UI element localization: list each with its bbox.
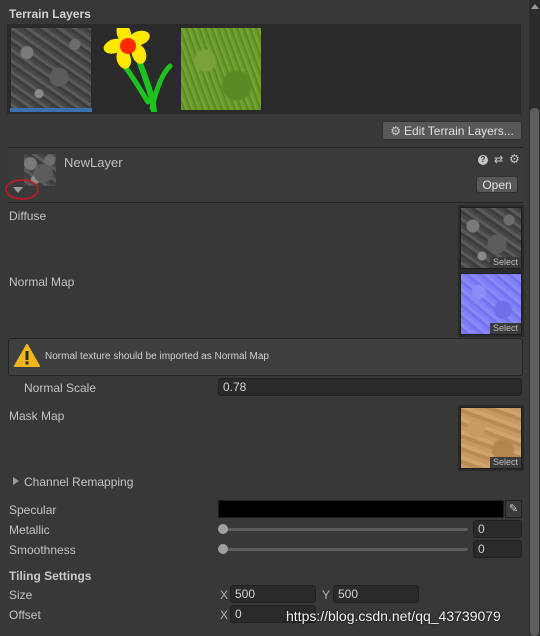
specular-label: Specular [9,503,57,517]
selected-layer-indicator [10,108,92,112]
scroll-up-arrow-icon[interactable] [531,4,539,9]
smoothness-slider-handle[interactable] [218,544,228,554]
diffuse-select-button[interactable]: Select [489,257,521,268]
normal-map-label: Normal Map [9,275,75,289]
layer-thumb-rock[interactable] [11,28,91,110]
divider [8,202,523,203]
mask-map-label: Mask Map [9,409,65,423]
metallic-input[interactable]: 0 [473,520,522,538]
size-y-input[interactable]: 500 [333,585,419,603]
normal-scale-label: Normal Scale [24,381,97,395]
eyedropper-icon[interactable]: ✎ [505,500,522,518]
metallic-slider-track[interactable] [222,528,468,531]
gear-icon: ⚙ [390,123,401,138]
presets-icon[interactable]: ⇄ [494,153,503,166]
specular-color-field[interactable] [218,500,504,518]
smoothness-slider-track[interactable] [222,548,468,551]
normal-scale-input[interactable]: 0.78 [218,378,522,396]
red-annotation-circle [4,178,40,201]
size-x-input[interactable]: 500 [230,585,316,603]
mask-map-select-button[interactable]: Select [489,457,521,468]
size-label: Size [9,588,33,602]
smoothness-label: Smoothness [9,543,76,557]
scrollbar-thumb[interactable] [530,108,539,636]
offset-x-label: X [220,608,229,622]
metallic-slider-handle[interactable] [218,524,228,534]
channel-remapping-label[interactable]: Channel Remapping [24,475,133,489]
warning-text: Normal texture should be imported as Nor… [45,351,269,362]
layer-name: NewLayer [64,155,123,170]
size-y-label: Y [322,588,331,602]
smoothness-input[interactable]: 0 [473,540,522,558]
size-x-label: X [220,588,229,602]
diffuse-texture-slot[interactable]: Select [458,205,524,271]
gear-icon[interactable]: ⚙ [509,152,520,166]
layer-thumb-flower-icon[interactable] [96,22,176,114]
mask-map-texture-slot[interactable]: Select [458,405,524,471]
tiling-settings-title: Tiling Settings [9,569,92,583]
metallic-label: Metallic [9,523,50,537]
edit-terrain-layers-label: Edit Terrain Layers... [403,123,514,138]
warning-icon [14,344,40,368]
layer-thumb-grass[interactable] [181,28,261,110]
normal-map-select-button[interactable]: Select [489,323,521,334]
terrain-layers-title: Terrain Layers [9,7,91,21]
edit-terrain-layers-button[interactable]: ⚙ Edit Terrain Layers... [382,121,522,140]
diffuse-label: Diffuse [9,209,47,223]
channel-remapping-foldout-icon[interactable] [13,477,19,485]
help-icon[interactable]: ? [478,155,488,165]
watermark-text: https://blog.csdn.net/qq_43739079 [286,608,501,624]
normal-map-texture-slot[interactable]: Select [458,271,524,337]
offset-label: Offset [9,608,41,622]
open-button[interactable]: Open [476,176,518,193]
